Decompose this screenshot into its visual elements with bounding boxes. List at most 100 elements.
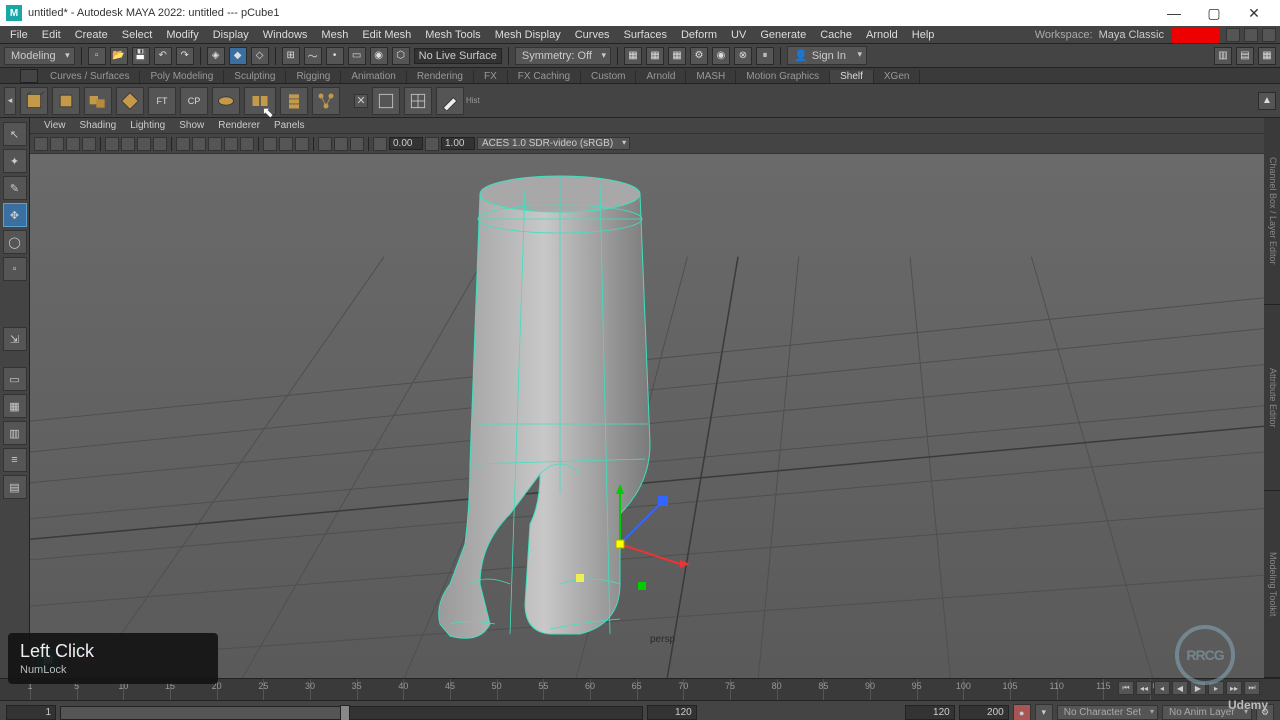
layout-single-icon[interactable]: ▭ — [3, 367, 27, 391]
shelf-node-icon[interactable] — [312, 87, 340, 115]
live-surface-field[interactable]: No Live Surface — [414, 48, 502, 64]
snap-grid-icon[interactable]: ⊞ — [282, 47, 300, 65]
shelf-tab-poly[interactable]: Poly Modeling — [140, 70, 224, 83]
shelf-menu-toggle[interactable] — [20, 69, 38, 83]
playback-end-field[interactable]: 200 — [959, 705, 1009, 720]
pt-camera-icon[interactable] — [34, 137, 48, 151]
pt-gate-mask-icon[interactable] — [153, 137, 167, 151]
paint-select-tool-icon[interactable]: ✎ — [3, 176, 27, 200]
pt-image-plane-icon[interactable] — [66, 137, 80, 151]
menu-edit[interactable]: Edit — [36, 28, 67, 42]
pt-2d-icon[interactable] — [82, 137, 96, 151]
sidebar-toggle-1[interactable]: ▥ — [1214, 47, 1232, 65]
panel-menu-view[interactable]: View — [38, 120, 72, 131]
shelf-grid1-icon[interactable] — [372, 87, 400, 115]
pt-smooth-icon[interactable] — [192, 137, 206, 151]
render-settings-icon[interactable]: ⚙ — [690, 47, 708, 65]
shelf-tab-mgfx[interactable]: Motion Graphics — [736, 70, 830, 83]
pt-shadows-icon[interactable] — [240, 137, 254, 151]
menu-help[interactable]: Help — [906, 28, 941, 42]
make-live-icon[interactable]: ⬡ — [392, 47, 410, 65]
menu-windows[interactable]: Windows — [257, 28, 314, 42]
maximize-button[interactable]: ▢ — [1194, 0, 1234, 26]
construction-history-icon[interactable]: ▦ — [624, 47, 642, 65]
pt-isolate-icon[interactable] — [263, 137, 277, 151]
shelf-scroll-up[interactable]: ▲ — [1258, 92, 1276, 110]
panel-menu-show[interactable]: Show — [173, 120, 210, 131]
pt-textured-icon[interactable] — [208, 137, 222, 151]
shelf-multi-cube-icon[interactable] — [84, 87, 112, 115]
shelf-tab-animation[interactable]: Animation — [341, 70, 406, 83]
layout-custom-icon[interactable]: ▤ — [3, 475, 27, 499]
right-handle-channelbox[interactable]: Channel Box / Layer Editor — [1264, 118, 1280, 305]
pt-ao-icon[interactable] — [318, 137, 332, 151]
layout-four-icon[interactable]: ▦ — [3, 394, 27, 418]
snap-live-icon[interactable]: ◉ — [370, 47, 388, 65]
menu-create[interactable]: Create — [69, 28, 114, 42]
auto-key-icon[interactable]: ● — [1013, 704, 1031, 720]
menu-file[interactable]: File — [4, 28, 34, 42]
panel-menu-renderer[interactable]: Renderer — [212, 120, 266, 131]
menu-arnold[interactable]: Arnold — [860, 28, 904, 42]
last-tool-icon[interactable]: ⇲ — [3, 327, 27, 351]
pt-gamma-field[interactable]: 0.00 — [389, 137, 423, 150]
menu-mesh[interactable]: Mesh — [315, 28, 354, 42]
range-end-field[interactable]: 120 — [647, 705, 697, 720]
panel-menu-lighting[interactable]: Lighting — [124, 120, 171, 131]
layout-btn-3[interactable] — [1262, 28, 1276, 42]
pt-colorspace-dropdown[interactable]: ACES 1.0 SDR-video (sRGB) — [477, 137, 630, 150]
snap-curve-icon[interactable]: ～ — [304, 47, 322, 65]
menu-surfaces[interactable]: Surfaces — [618, 28, 673, 42]
shelf-tab-curves[interactable]: Curves / Surfaces — [40, 70, 140, 83]
layout-btn-2[interactable] — [1244, 28, 1258, 42]
menu-generate[interactable]: Generate — [754, 28, 812, 42]
right-handle-attribute[interactable]: Attribute Editor — [1264, 305, 1280, 492]
range-slider-handle[interactable] — [340, 705, 350, 720]
select-by-component-icon[interactable]: ◇ — [251, 47, 269, 65]
shelf-poly-cube2-icon[interactable] — [52, 87, 80, 115]
snap-plane-icon[interactable]: ▭ — [348, 47, 366, 65]
pt-xray-joints-icon[interactable] — [295, 137, 309, 151]
menu-edit-mesh[interactable]: Edit Mesh — [356, 28, 417, 42]
undo-icon[interactable]: ↶ — [154, 47, 172, 65]
pt-gamma-icon[interactable] — [425, 137, 439, 151]
shelf-stack-icon[interactable] — [280, 87, 308, 115]
shelf-tab-rendering[interactable]: Rendering — [407, 70, 474, 83]
shelf-ft-icon[interactable]: FT — [148, 87, 176, 115]
pt-exposure-field[interactable]: 1.00 — [441, 137, 475, 150]
light-icon[interactable]: ◉ — [712, 47, 730, 65]
menu-cache[interactable]: Cache — [814, 28, 858, 42]
menu-curves[interactable]: Curves — [569, 28, 616, 42]
shelf-tab-mash[interactable]: MASH — [686, 70, 736, 83]
shelf-tab-fxcaching[interactable]: FX Caching — [508, 70, 581, 83]
pt-grid-icon[interactable] — [105, 137, 119, 151]
shelf-tab-custom[interactable]: Custom — [581, 70, 636, 83]
shelf-tab-rigging[interactable]: Rigging — [286, 70, 341, 83]
pt-motion-blur-icon[interactable] — [334, 137, 348, 151]
shelf-grid4-icon[interactable] — [404, 87, 432, 115]
move-tool-icon[interactable]: ✥ — [3, 203, 27, 227]
rotate-tool-icon[interactable]: ◯ — [3, 230, 27, 254]
panel-menu-panels[interactable]: Panels — [268, 120, 311, 131]
pt-xray-icon[interactable] — [279, 137, 293, 151]
workspace-value[interactable]: Maya Classic — [1099, 29, 1170, 41]
select-by-hierarchy-icon[interactable]: ◈ — [207, 47, 225, 65]
layout-btn-1[interactable] — [1226, 28, 1240, 42]
playback-start-field[interactable]: 120 — [905, 705, 955, 720]
signin-dropdown[interactable]: 👤Sign In — [787, 46, 867, 65]
pt-res-gate-icon[interactable] — [137, 137, 151, 151]
symmetry-dropdown[interactable]: Symmetry: Off — [515, 47, 611, 65]
pt-aa-icon[interactable] — [350, 137, 364, 151]
shelf-tab-arnold[interactable]: Arnold — [636, 70, 686, 83]
menu-mesh-display[interactable]: Mesh Display — [489, 28, 567, 42]
shelf-diamond-icon[interactable] — [116, 87, 144, 115]
sidebar-toggle-2[interactable]: ▤ — [1236, 47, 1254, 65]
open-hypershade-icon[interactable]: ⊗ — [734, 47, 752, 65]
shelf-tab-shelf[interactable]: Shelf — [830, 70, 874, 83]
model-pcube1[interactable] — [410, 164, 710, 664]
layout-two-icon[interactable]: ▥ — [3, 421, 27, 445]
range-start-field[interactable]: 1 — [6, 705, 56, 720]
sidebar-toggle-3[interactable]: ▦ — [1258, 47, 1276, 65]
shelf-disk-icon[interactable] — [212, 87, 240, 115]
select-tool-icon[interactable]: ↖ — [3, 122, 27, 146]
